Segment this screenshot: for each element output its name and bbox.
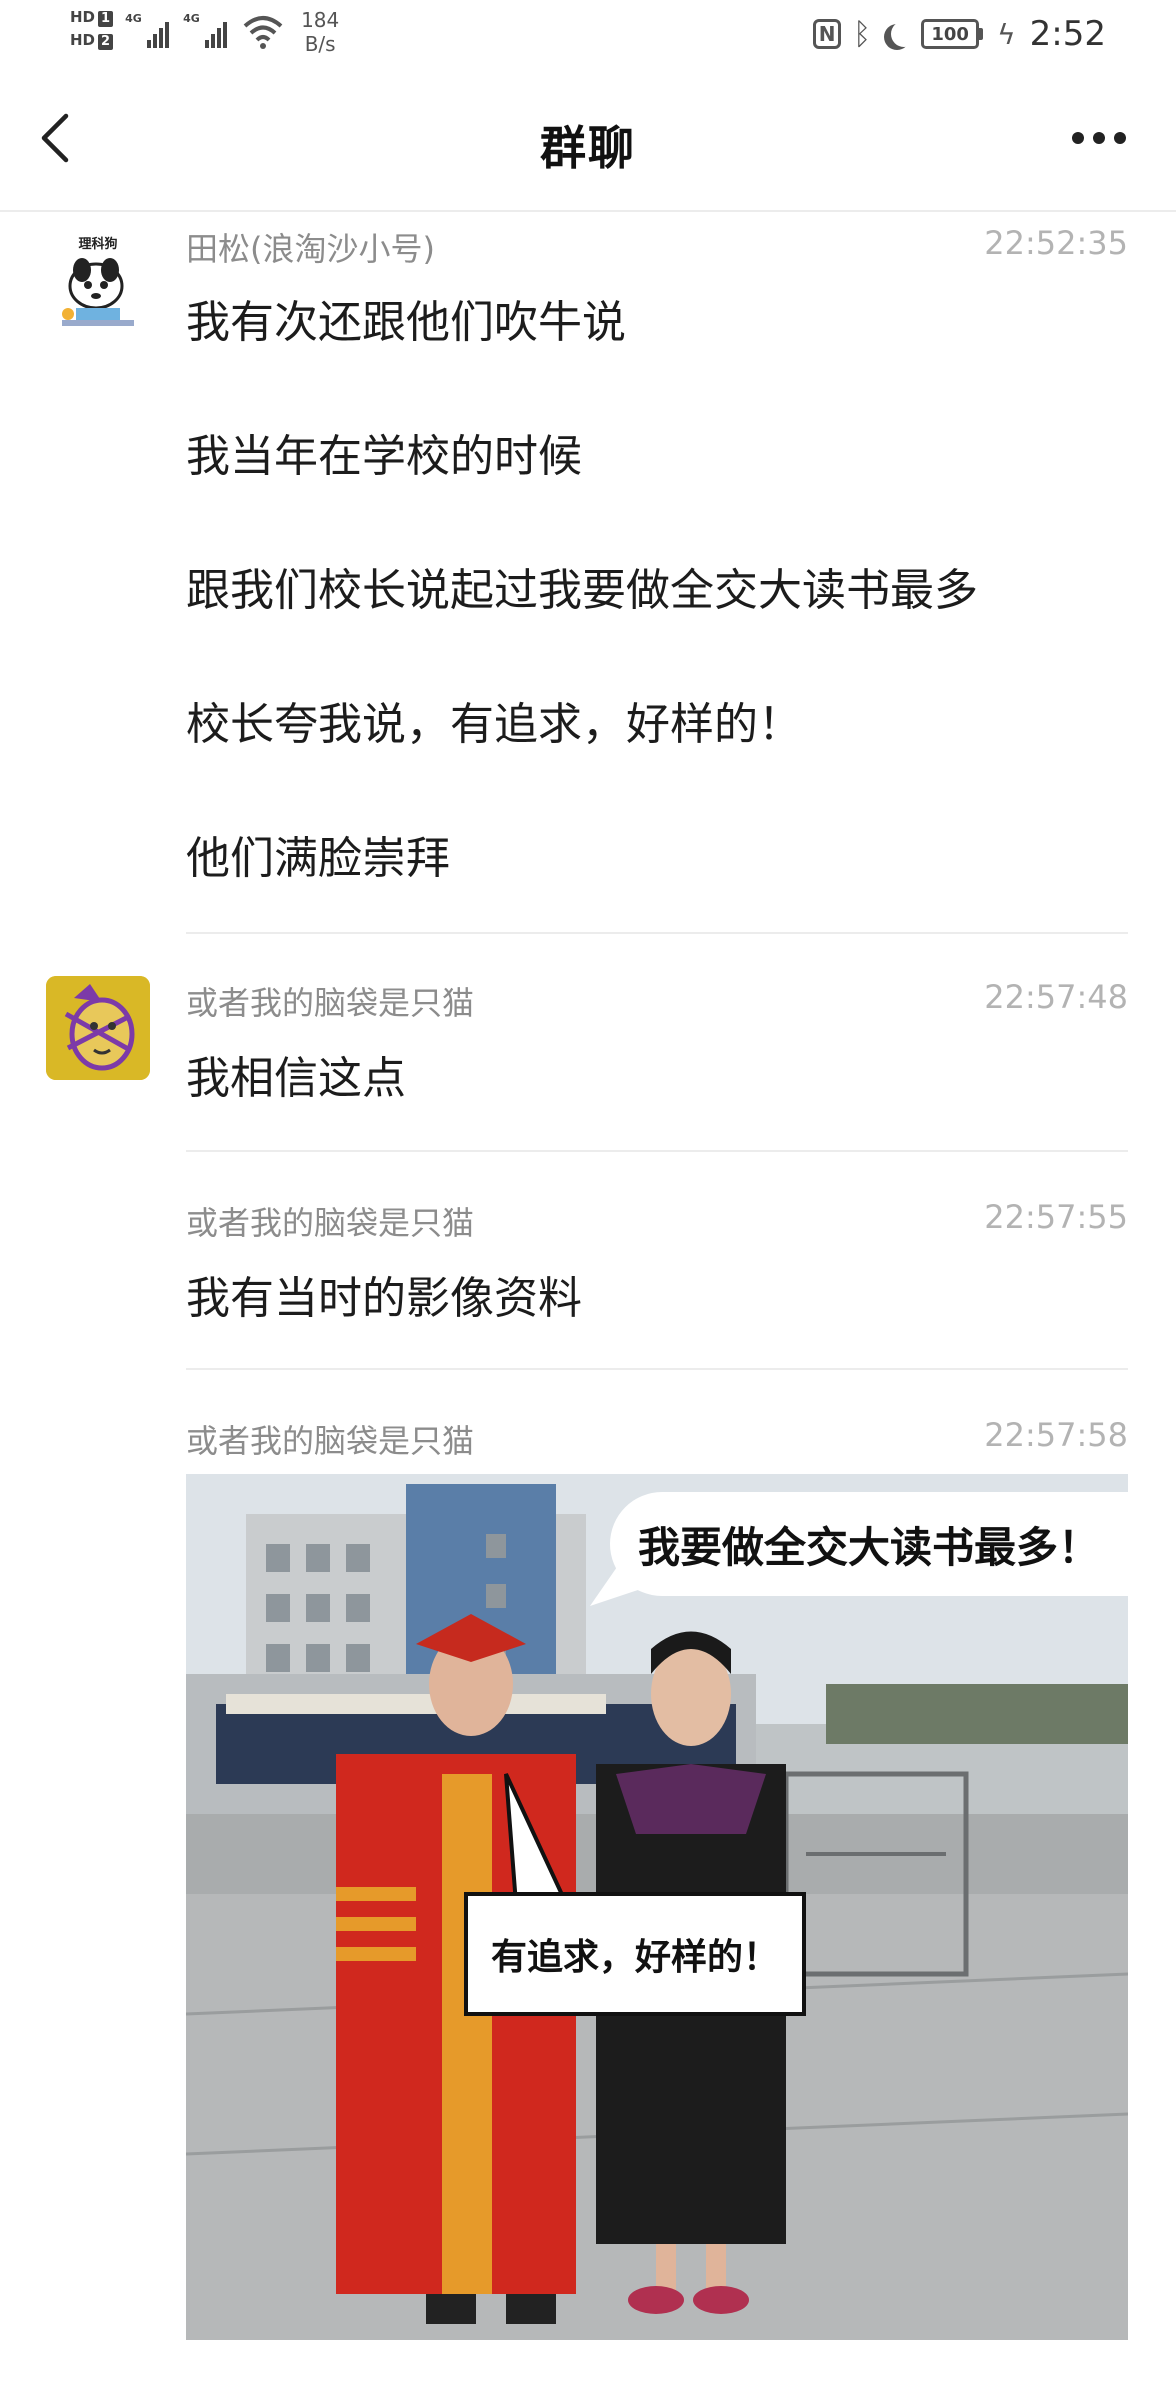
message-divider bbox=[186, 1368, 1128, 1370]
message-item[interactable]: 或者我的脑袋是只猫 22:57:48 我相信这点 bbox=[0, 966, 1176, 1146]
navigation-bar: 群聊 bbox=[0, 72, 1176, 212]
message-line: 他们满脸崇拜 bbox=[186, 833, 450, 884]
message-line: 我相信这点 bbox=[186, 1053, 406, 1104]
status-right: N ᛒ 100 ϟ 2:52 bbox=[813, 14, 1106, 54]
battery-icon: 100 bbox=[921, 19, 984, 49]
message-divider bbox=[186, 1150, 1128, 1152]
message-item[interactable]: 理科狗 田松(浪淘沙小号) 22:52:35 我有次还跟他们吹牛说 我当年在学校… bbox=[0, 212, 1176, 932]
avatar[interactable] bbox=[46, 976, 150, 1080]
speech-bubble-top: 我要做全交大读书最多！ bbox=[610, 1492, 1128, 1596]
message-line: 我当年在学校的时候 bbox=[186, 431, 582, 482]
message-divider bbox=[186, 932, 1128, 934]
message-line: 跟我们校长说起过我要做全交大读书最多 bbox=[186, 565, 978, 616]
battery-level: 100 bbox=[921, 19, 980, 49]
message-image[interactable]: 我要做全交大读书最多！ 有追求，好样的！ bbox=[186, 1474, 1128, 2340]
speech-bubble-middle: 有追求，好样的！ bbox=[464, 1892, 806, 2016]
cartoon-dog-avatar-icon: 理科狗 bbox=[62, 236, 134, 326]
message-time: 22:57:55 bbox=[984, 1198, 1128, 1236]
message-time: 22:57:48 bbox=[984, 978, 1128, 1016]
sender-name: 田松(浪淘沙小号) bbox=[186, 230, 435, 268]
sim2-indicator: HD 2 bbox=[70, 31, 114, 50]
sim-indicators: HD 1 HD 2 bbox=[70, 8, 114, 50]
dot-icon bbox=[1093, 132, 1105, 144]
dot-icon bbox=[1072, 132, 1084, 144]
status-bar: HD 1 HD 2 4G 4G 184 B/s N ᛒ 100 ϟ 2:52 bbox=[0, 0, 1176, 72]
dot-icon bbox=[1114, 132, 1126, 144]
message-item[interactable]: 或者我的脑袋是只猫 22:57:55 我有当时的影像资料 bbox=[0, 1186, 1176, 1366]
status-time: 2:52 bbox=[1029, 14, 1106, 54]
do-not-disturb-icon bbox=[891, 21, 917, 47]
message-time: 22:52:35 bbox=[984, 224, 1128, 262]
message-line: 我有次还跟他们吹牛说 bbox=[186, 297, 626, 348]
avatar-text: 理科狗 bbox=[78, 236, 117, 252]
message-item[interactable]: 或者我的脑袋是只猫 22:57:58 bbox=[0, 1404, 1176, 1464]
sim1-indicator: HD 1 bbox=[70, 8, 114, 27]
sender-name: 或者我的脑袋是只猫 bbox=[186, 1204, 475, 1242]
sender-name: 或者我的脑袋是只猫 bbox=[186, 984, 475, 1022]
signal-1-icon: 4G bbox=[125, 8, 171, 54]
more-options-button[interactable] bbox=[1072, 132, 1126, 144]
message-line: 校长夸我说，有追求，好样的！ bbox=[186, 699, 802, 750]
page-title: 群聊 bbox=[540, 121, 636, 175]
cat-face-avatar-icon bbox=[46, 976, 150, 1080]
network-speed: 184 B/s bbox=[301, 8, 340, 56]
avatar[interactable]: 理科狗 bbox=[46, 230, 150, 334]
status-left: HD 1 HD 2 4G 4G 184 B/s bbox=[70, 8, 339, 56]
charging-icon: ϟ bbox=[997, 17, 1016, 51]
sender-name: 或者我的脑袋是只猫 bbox=[186, 1422, 475, 1460]
bluetooth-icon: ᛒ bbox=[853, 16, 872, 52]
nfc-icon: N bbox=[813, 19, 842, 49]
wifi-icon bbox=[243, 16, 283, 49]
message-line: 我有当时的影像资料 bbox=[186, 1273, 582, 1324]
signal-2-icon: 4G bbox=[183, 8, 229, 54]
message-time: 22:57:58 bbox=[984, 1416, 1128, 1454]
